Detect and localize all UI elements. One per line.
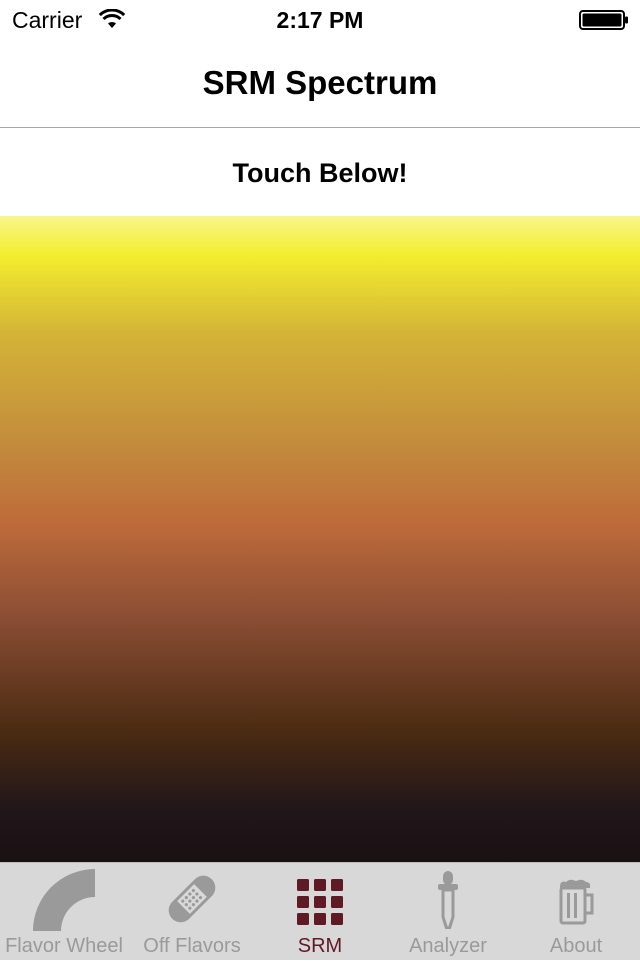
quarter-wheel-icon (33, 869, 95, 931)
beer-mug-icon (559, 879, 594, 925)
dropper-icon (438, 871, 458, 929)
instruction-text: Touch Below! (232, 158, 408, 188)
status-time: 2:17 PM (276, 7, 364, 33)
tab-analyzer[interactable]: Analyzer (384, 863, 512, 961)
navigation-bar: SRM Spectrum (0, 40, 640, 128)
tab-srm[interactable]: SRM (256, 863, 384, 961)
status-bar: Carrier 2:17 PM (0, 0, 640, 40)
tab-label: About (549, 935, 603, 957)
bandage-icon (168, 875, 216, 923)
tab-label: SRM (297, 935, 343, 957)
tab-about[interactable]: About (512, 863, 640, 961)
battery-icon (579, 10, 628, 30)
grid-icon (297, 879, 343, 925)
srm-spectrum-gradient[interactable] (0, 216, 640, 862)
tab-bar: Flavor Wheel Off Flavors SRM Analyzer Ab… (0, 862, 640, 960)
tab-off-flavors[interactable]: Off Flavors (128, 863, 256, 961)
tab-flavor-wheel[interactable]: Flavor Wheel (0, 863, 128, 961)
tab-label: Flavor Wheel (5, 935, 123, 957)
instruction-banner: Touch Below! (0, 129, 640, 216)
page-title: SRM Spectrum (202, 64, 438, 101)
tab-label: Off Flavors (143, 935, 241, 957)
tab-label: Analyzer (409, 935, 487, 957)
